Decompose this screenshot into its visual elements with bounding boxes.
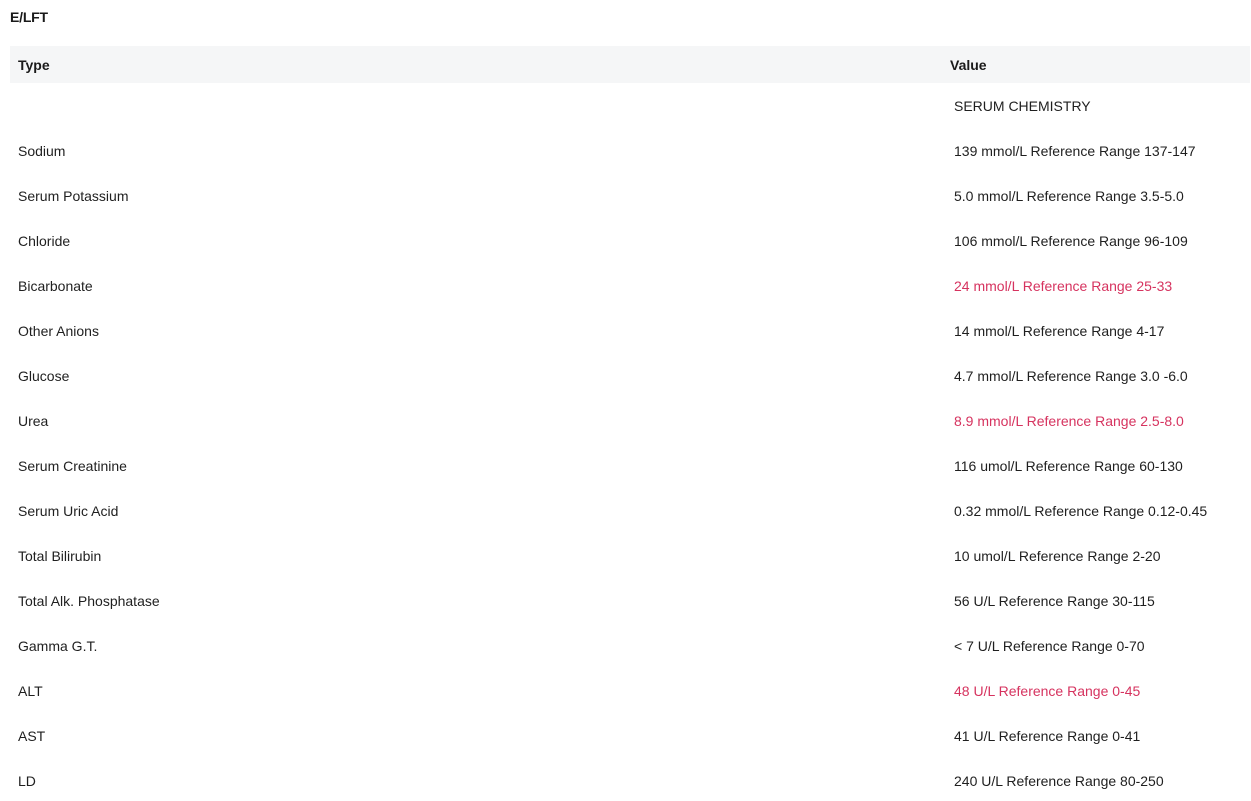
row-value: 0.32 mmol/L Reference Range 0.12-0.45 <box>954 502 1208 519</box>
row-type: Gamma G.T. <box>18 637 98 654</box>
table-row: Gamma G.T. < 7 U/L Reference Range 0-70 <box>10 623 1250 668</box>
row-type: Bicarbonate <box>18 277 93 294</box>
table-row: Serum Creatinine 116 umol/L Reference Ra… <box>10 443 1250 488</box>
table-row: Urea 8.9 mmol/L Reference Range 2.5-8.0 <box>10 398 1250 443</box>
table-row: Total Alk. Phosphatase 56 U/L Reference … <box>10 578 1250 623</box>
row-type: Total Bilirubin <box>18 547 102 564</box>
table-row: SERUM CHEMISTRY <box>10 83 1250 128</box>
row-value: 10 umol/L Reference Range 2-20 <box>954 547 1161 564</box>
row-value: 106 mmol/L Reference Range 96-109 <box>954 232 1188 249</box>
table-row: Glucose 4.7 mmol/L Reference Range 3.0 -… <box>10 353 1250 398</box>
row-value: 24 mmol/L Reference Range 25-33 <box>954 277 1173 294</box>
row-value: < 7 U/L Reference Range 0-70 <box>954 637 1145 654</box>
column-header-value: Value <box>950 56 987 73</box>
row-type: AST <box>18 727 46 744</box>
results-table: Type Value SERUM CHEMISTRY Sodium 139 mm… <box>10 46 1250 801</box>
section-title: E/LFT <box>10 9 48 25</box>
row-type: Serum Uric Acid <box>18 502 119 519</box>
table-row: AST 41 U/L Reference Range 0-41 <box>10 713 1250 758</box>
row-type: Serum Potassium <box>18 187 129 204</box>
row-type: Sodium <box>18 142 66 159</box>
table-row: Serum Potassium 5.0 mmol/L Reference Ran… <box>10 173 1250 218</box>
row-value: 139 mmol/L Reference Range 137-147 <box>954 142 1196 159</box>
table-row: ALT 48 U/L Reference Range 0-45 <box>10 668 1250 713</box>
row-value: 41 U/L Reference Range 0-41 <box>954 727 1141 744</box>
row-type <box>10 83 950 128</box>
results-page: E/LFT Type Value SERUM CHEMISTRY Sodium … <box>0 0 1251 801</box>
table-row: Sodium 139 mmol/L Reference Range 137-14… <box>10 128 1250 173</box>
row-value: 8.9 mmol/L Reference Range 2.5-8.0 <box>954 412 1184 429</box>
row-value: 4.7 mmol/L Reference Range 3.0 -6.0 <box>954 367 1188 384</box>
row-type: Chloride <box>18 232 71 249</box>
row-value: 116 umol/L Reference Range 60-130 <box>954 457 1183 474</box>
row-type: Glucose <box>18 367 70 384</box>
row-type: Other Anions <box>18 322 99 339</box>
row-type: LD <box>18 772 36 789</box>
table-body: SERUM CHEMISTRY Sodium 139 mmol/L Refere… <box>10 83 1250 801</box>
table-row: LD 240 U/L Reference Range 80-250 <box>10 758 1250 801</box>
table-header: Type Value <box>10 46 1250 83</box>
table-row: Total Bilirubin 10 umol/L Reference Rang… <box>10 533 1250 578</box>
row-value: 240 U/L Reference Range 80-250 <box>954 772 1164 789</box>
row-value: 5.0 mmol/L Reference Range 3.5-5.0 <box>954 187 1184 204</box>
table-row: Chloride 106 mmol/L Reference Range 96-1… <box>10 218 1250 263</box>
row-type: Serum Creatinine <box>18 457 127 474</box>
table-header-row: Type Value <box>10 46 1250 83</box>
row-value: 56 U/L Reference Range 30-115 <box>954 592 1155 609</box>
row-value: 48 U/L Reference Range 0-45 <box>954 682 1141 699</box>
row-value: 14 mmol/L Reference Range 4-17 <box>954 322 1165 339</box>
column-header-type: Type <box>18 56 50 73</box>
table-row: Other Anions 14 mmol/L Reference Range 4… <box>10 308 1250 353</box>
table-row: Bicarbonate 24 mmol/L Reference Range 25… <box>10 263 1250 308</box>
row-type: ALT <box>18 682 43 699</box>
table-row: Serum Uric Acid 0.32 mmol/L Reference Ra… <box>10 488 1250 533</box>
row-type: Urea <box>18 412 49 429</box>
row-value: SERUM CHEMISTRY <box>954 97 1091 114</box>
row-type: Total Alk. Phosphatase <box>18 592 160 609</box>
